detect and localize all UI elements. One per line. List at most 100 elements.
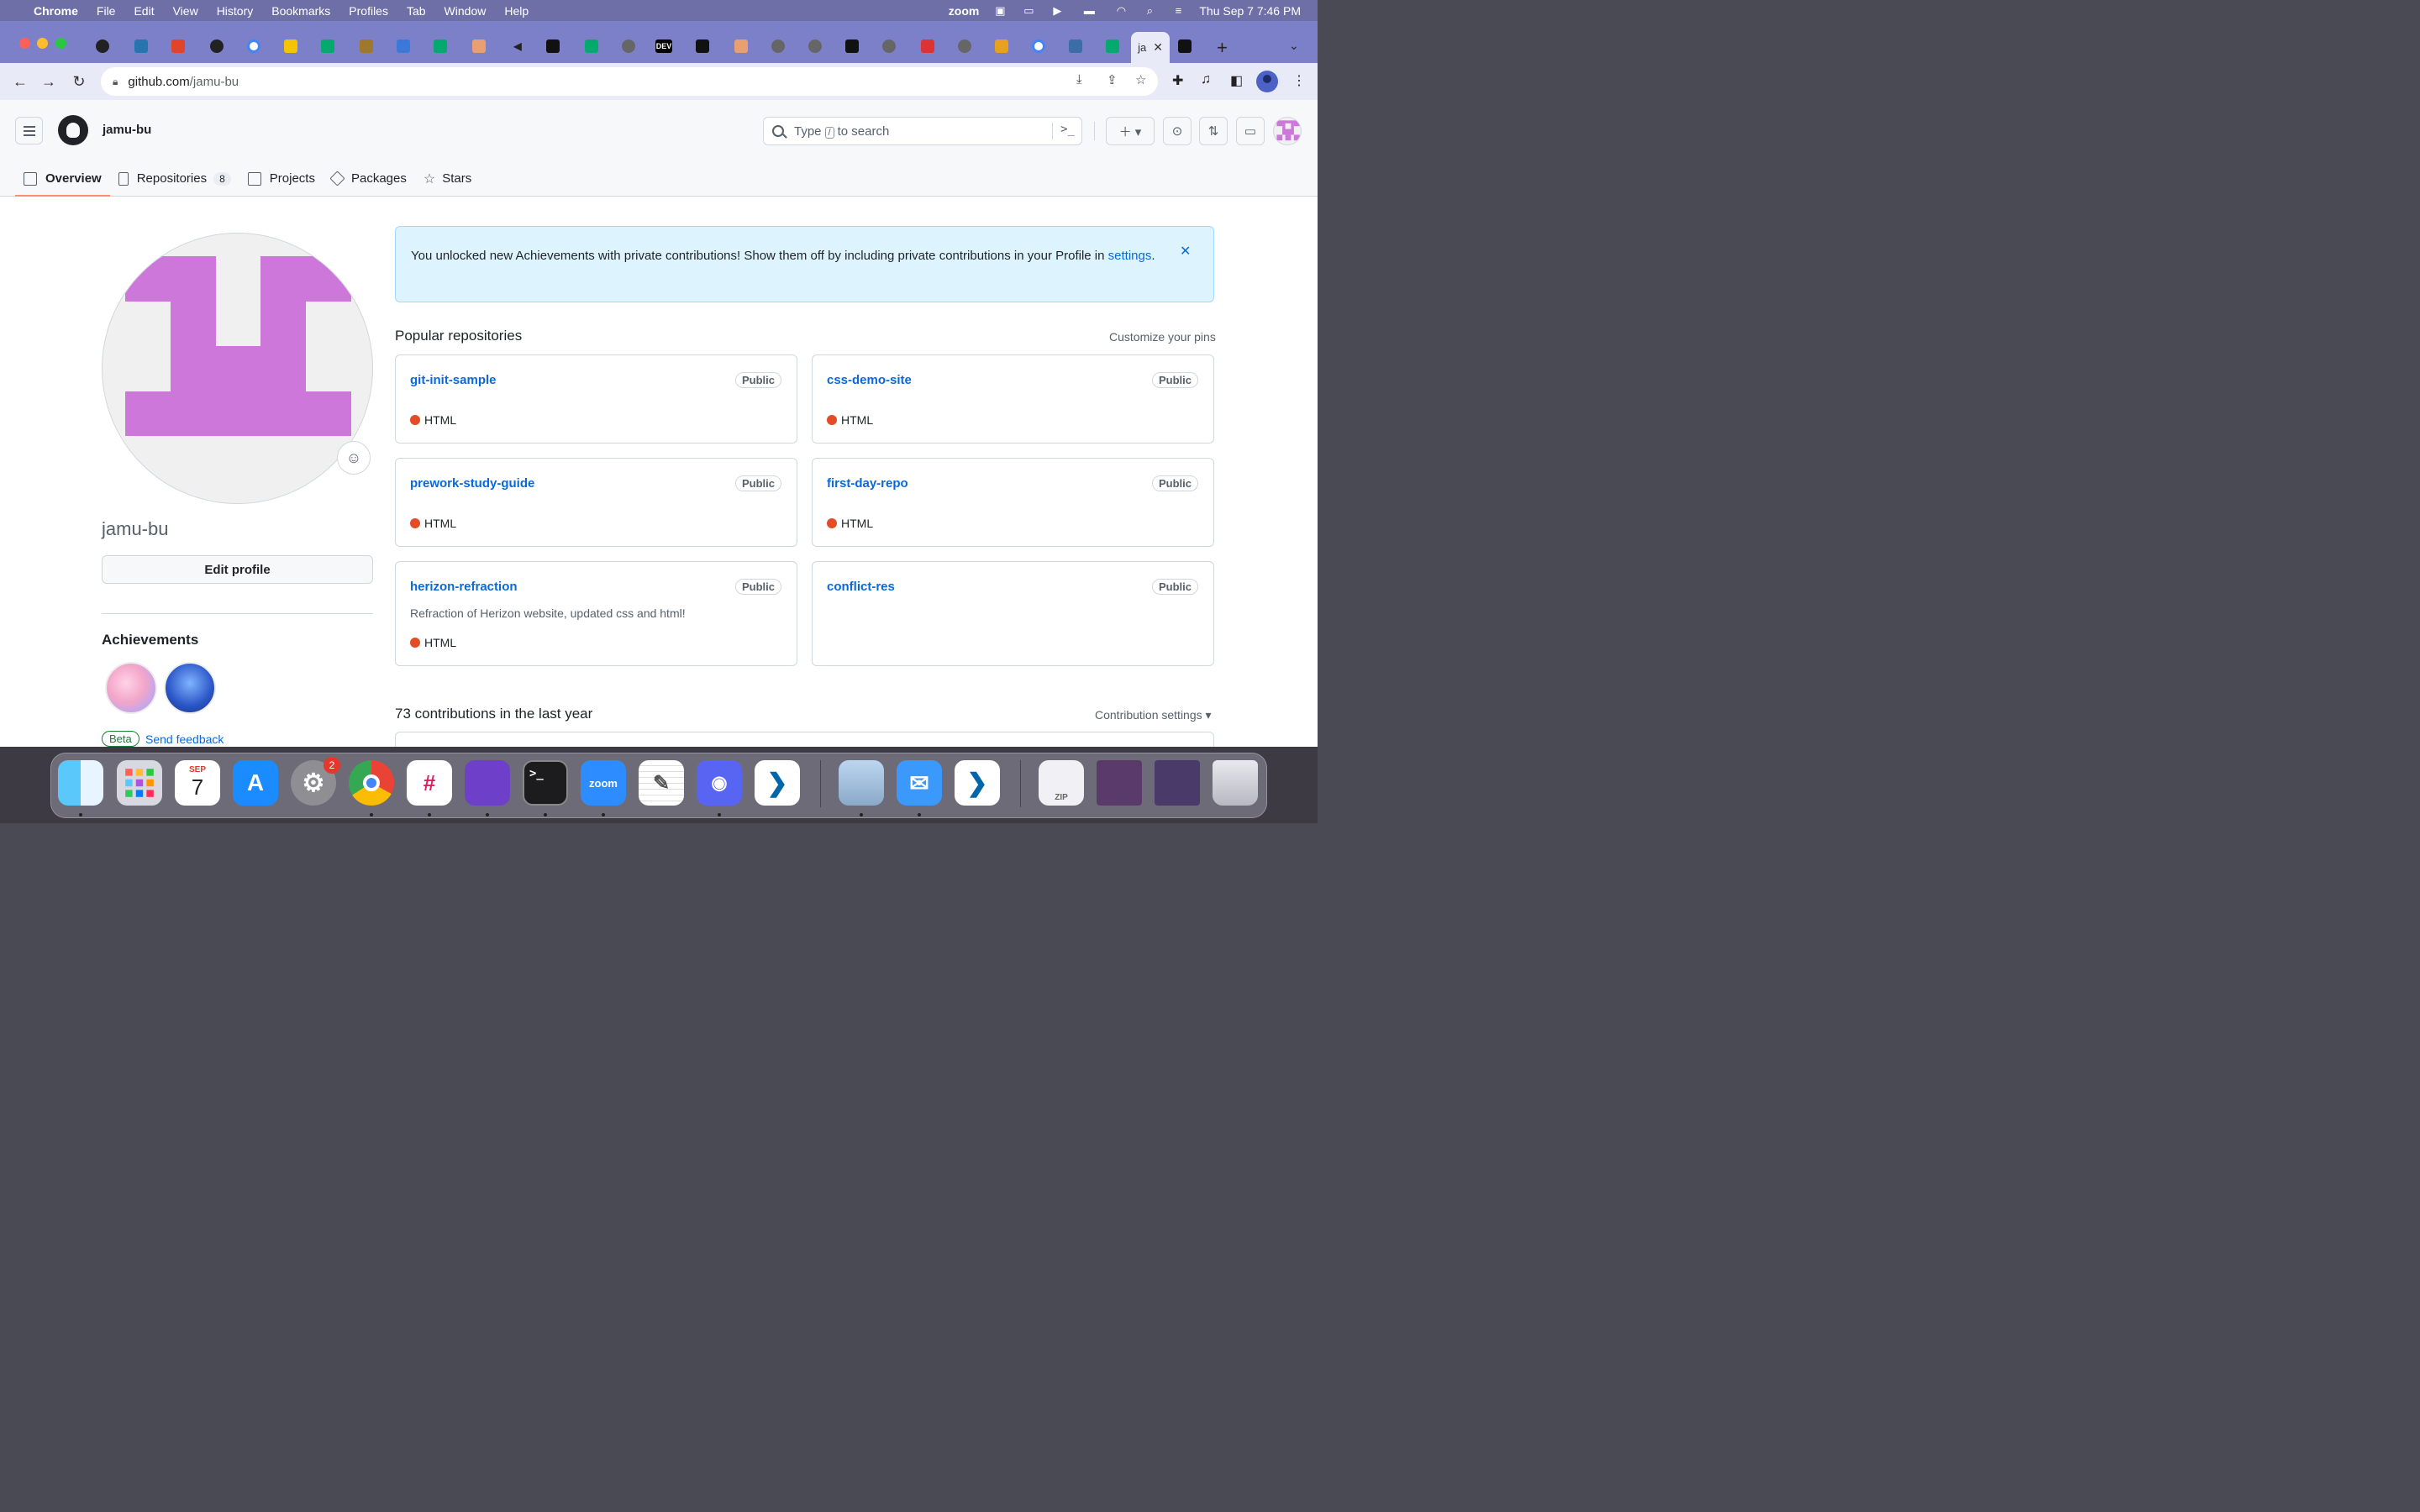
- browser-tab[interactable]: [726, 36, 756, 56]
- browser-tab-active[interactable]: ja ✕: [1131, 32, 1170, 63]
- browser-tab[interactable]: [613, 36, 644, 56]
- side-panel-icon[interactable]: ◧: [1230, 72, 1243, 89]
- github-search-input[interactable]: Type / to search >_: [763, 117, 1082, 145]
- repo-name-link[interactable]: first-day-repo: [827, 476, 908, 491]
- window-minimize-button[interactable]: [37, 38, 48, 49]
- new-tab-plus-icon[interactable]: +: [1217, 37, 1228, 59]
- header-username-context[interactable]: jamu-bu: [103, 123, 151, 137]
- repo-name-link[interactable]: conflict-res: [827, 580, 895, 594]
- shark-achievement-badge[interactable]: [164, 662, 216, 714]
- window-close-button[interactable]: [19, 38, 30, 49]
- browser-tab[interactable]: DEV: [649, 36, 679, 56]
- customize-pins-link[interactable]: Customize your pins: [1109, 330, 1216, 344]
- discord-icon[interactable]: ◉: [697, 760, 742, 806]
- github-desktop-icon[interactable]: [465, 760, 510, 806]
- create-new-dropdown-button[interactable]: ＋ ▾: [1106, 117, 1155, 145]
- browser-tab[interactable]: [239, 36, 269, 56]
- send-feedback-link[interactable]: Send feedback: [145, 732, 224, 746]
- browser-profile-avatar[interactable]: [1256, 71, 1278, 92]
- tab-projects[interactable]: Projects: [239, 160, 324, 197]
- settings-link[interactable]: settings: [1108, 249, 1152, 263]
- window-zoom-button[interactable]: [55, 38, 66, 49]
- menu-clock[interactable]: Thu Sep 7 7:46 PM: [1199, 4, 1301, 18]
- menu-tab[interactable]: Tab: [407, 4, 426, 18]
- yolo-achievement-badge[interactable]: [105, 662, 157, 714]
- address-bar-url[interactable]: github.com/jamu-bu: [128, 75, 239, 89]
- menu-window[interactable]: Window: [445, 4, 487, 18]
- terminal-icon[interactable]: >_: [523, 760, 568, 806]
- set-status-smiley-icon[interactable]: ☺: [337, 441, 371, 475]
- textedit-icon[interactable]: ✎: [639, 760, 684, 806]
- browser-tab[interactable]: [1023, 36, 1054, 56]
- trash-icon[interactable]: [1213, 760, 1258, 806]
- preview-icon[interactable]: [839, 760, 884, 806]
- menu-help[interactable]: Help: [504, 4, 529, 18]
- battery-icon[interactable]: ▬: [1078, 4, 1100, 17]
- display-icon[interactable]: ▭: [1021, 4, 1036, 17]
- profile-avatar[interactable]: [102, 233, 373, 504]
- browser-tab[interactable]: [874, 36, 904, 56]
- achievements-heading[interactable]: Achievements: [102, 632, 198, 648]
- vscode-icon[interactable]: ❯: [955, 760, 1000, 806]
- zip-archive-icon[interactable]: ZIP: [1039, 760, 1084, 806]
- menu-history[interactable]: History: [217, 4, 254, 18]
- back-arrow-icon[interactable]: ←: [8, 71, 32, 92]
- bookmark-star-icon[interactable]: ☆: [1135, 72, 1146, 87]
- browser-tab[interactable]: [763, 36, 793, 56]
- browser-tab[interactable]: [276, 36, 306, 56]
- edit-profile-button[interactable]: Edit profile: [102, 555, 373, 584]
- share-icon[interactable]: ⇪: [1107, 72, 1118, 87]
- install-app-icon[interactable]: ⤓: [1076, 72, 1082, 87]
- browser-tab[interactable]: [538, 36, 568, 56]
- tab-stars[interactable]: ☆ Stars: [415, 160, 480, 197]
- zoom-app-icon[interactable]: zoom: [581, 760, 626, 806]
- browser-tab[interactable]: [837, 36, 867, 56]
- menu-bookmarks[interactable]: Bookmarks: [271, 4, 330, 18]
- github-logo-icon[interactable]: [58, 115, 88, 145]
- browser-tab[interactable]: [388, 36, 418, 56]
- vscode-icon[interactable]: ❯: [755, 760, 800, 806]
- browser-tab[interactable]: [1097, 36, 1128, 56]
- browser-tab[interactable]: [1170, 36, 1200, 56]
- mail-icon[interactable]: ✉: [897, 760, 942, 806]
- pull-requests-icon[interactable]: ⇅: [1199, 117, 1228, 145]
- menu-app-name[interactable]: Chrome: [34, 4, 78, 18]
- close-icon[interactable]: ✕: [1180, 243, 1191, 260]
- command-palette-icon[interactable]: >_: [1060, 123, 1075, 136]
- tab-packages[interactable]: Packages: [324, 160, 415, 197]
- browser-tab[interactable]: [425, 36, 455, 56]
- address-bar[interactable]: 🔒︎ github.com/jamu-bu: [101, 67, 1158, 96]
- forward-arrow-icon[interactable]: →: [37, 71, 60, 92]
- repo-name-link[interactable]: herizon-refraction: [410, 580, 518, 594]
- tab-close-icon[interactable]: ✕: [1153, 40, 1163, 55]
- browser-tab[interactable]: [202, 36, 232, 56]
- browser-tab[interactable]: [1060, 36, 1091, 56]
- browser-tab[interactable]: [313, 36, 343, 56]
- browser-tab[interactable]: [163, 36, 193, 56]
- control-center-icon[interactable]: ≡: [1171, 4, 1186, 17]
- menu-edit[interactable]: Edit: [134, 4, 154, 18]
- tab-overview[interactable]: Overview: [15, 160, 110, 197]
- menu-view[interactable]: View: [173, 4, 198, 18]
- repo-name-link[interactable]: git-init-sample: [410, 373, 497, 387]
- screenshot-thumbnail-icon[interactable]: [1155, 760, 1200, 806]
- media-controls-icon[interactable]: ♫: [1201, 72, 1211, 87]
- calendar-icon[interactable]: SEP 7: [175, 760, 220, 806]
- browser-tab[interactable]: [687, 36, 718, 56]
- browser-tab[interactable]: [87, 36, 118, 56]
- browser-tab[interactable]: [464, 36, 494, 56]
- reload-icon[interactable]: ↻: [67, 71, 91, 92]
- tab-repositories[interactable]: Repositories 8: [110, 160, 239, 197]
- browser-tab[interactable]: [126, 36, 156, 56]
- browser-tab[interactable]: [800, 36, 830, 56]
- repo-name-link[interactable]: prework-study-guide: [410, 476, 534, 491]
- contribution-settings-dropdown[interactable]: Contribution settings ▾: [1095, 708, 1212, 722]
- browser-tab[interactable]: [986, 36, 1017, 56]
- menu-file[interactable]: File: [97, 4, 116, 18]
- browser-tab[interactable]: [950, 36, 980, 56]
- app-store-icon[interactable]: A: [233, 760, 278, 806]
- chrome-icon[interactable]: [349, 760, 394, 806]
- inbox-icon[interactable]: ▭: [1236, 117, 1265, 145]
- extensions-puzzle-icon[interactable]: ✚: [1172, 72, 1183, 89]
- wifi-icon[interactable]: ◠: [1113, 4, 1128, 17]
